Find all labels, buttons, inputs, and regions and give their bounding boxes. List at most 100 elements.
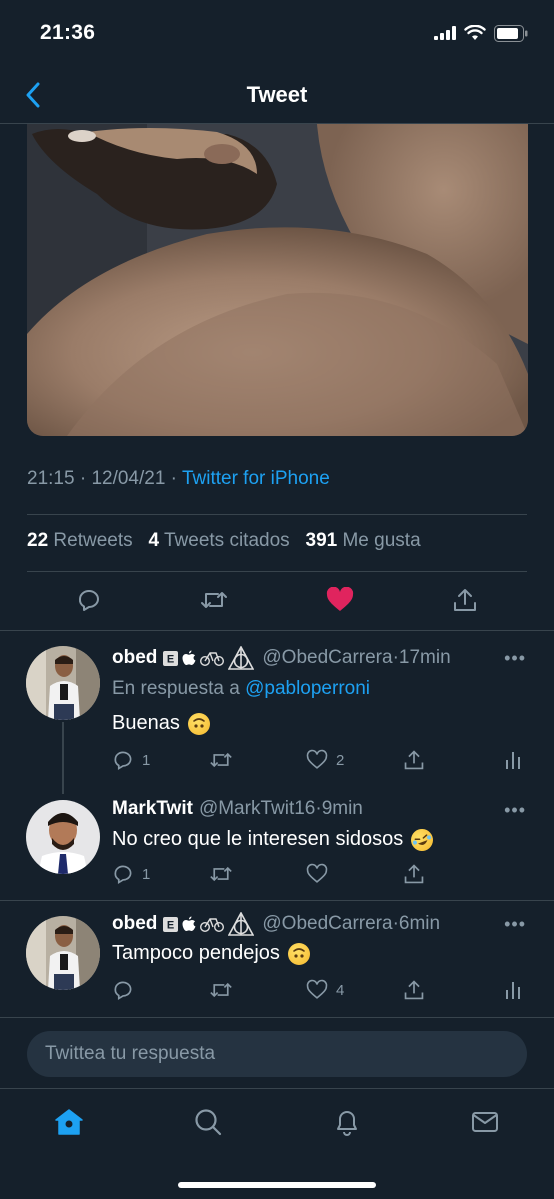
- reply-button[interactable]: [76, 587, 102, 618]
- retweet-button[interactable]: [209, 979, 306, 1001]
- reply-header: obed E @ObedCarrera · 6min: [112, 912, 441, 936]
- tab-notifications[interactable]: [330, 1105, 364, 1139]
- retweet-button[interactable]: [200, 587, 228, 618]
- more-options-icon[interactable]: •••: [504, 800, 526, 821]
- page-title: Tweet: [246, 81, 308, 107]
- retweet-icon: [210, 982, 232, 998]
- reply-input[interactable]: [45, 1043, 527, 1065]
- reply-header: MarkTwit @MarkTwit16 · 9min: [112, 798, 363, 820]
- bicycle-icon: [200, 918, 225, 932]
- reply-text: Tampoco pendejos: [112, 942, 310, 965]
- mention-link[interactable]: @pabloperroni: [245, 678, 370, 699]
- heart-icon: [306, 979, 328, 999]
- home-icon: [55, 1109, 83, 1135]
- wifi-icon: [464, 25, 486, 40]
- reply-icon: [114, 751, 132, 770]
- share-icon: [404, 864, 424, 884]
- media-photo: [27, 124, 528, 436]
- profile-badges: E: [163, 912, 255, 936]
- quotes-stat[interactable]: 4 Tweets citados: [148, 530, 289, 551]
- heart-filled-icon: [326, 586, 354, 611]
- analytics-icon: [506, 752, 520, 769]
- analytics-button[interactable]: [504, 750, 522, 770]
- reply-actions: 1 2: [112, 746, 522, 774]
- more-options-icon[interactable]: •••: [504, 914, 526, 935]
- like-button[interactable]: 2: [306, 749, 403, 771]
- reply-time: 9min: [321, 798, 363, 819]
- reply-button[interactable]: 1: [112, 749, 209, 771]
- apple-icon: [182, 650, 196, 665]
- signal-icon: [434, 26, 456, 40]
- deathly-hallows-icon: [228, 912, 255, 936]
- back-button[interactable]: [20, 80, 46, 110]
- thread-line: [62, 722, 64, 794]
- tab-home[interactable]: [52, 1105, 86, 1139]
- like-count: 2: [336, 751, 345, 769]
- retweet-icon: [201, 591, 227, 608]
- display-name[interactable]: MarkTwit: [112, 798, 193, 820]
- handle[interactable]: @ObedCarrera: [262, 647, 392, 669]
- share-icon: [404, 980, 424, 1000]
- rolling-on-floor-laughing-icon: [408, 825, 437, 854]
- like-button[interactable]: [306, 863, 403, 885]
- nav-bar: Tweet: [0, 66, 554, 124]
- reply-actions: 4: [112, 976, 522, 1004]
- reply-count: 1: [142, 751, 151, 769]
- retweet-icon: [210, 752, 232, 768]
- display-name[interactable]: obed: [112, 647, 157, 669]
- reply-compose-box[interactable]: [27, 1031, 527, 1077]
- mail-icon: [472, 1112, 498, 1132]
- reply-context: En respuesta a @pabloperroni: [112, 678, 371, 699]
- svg-text:E: E: [167, 919, 174, 931]
- retweet-button[interactable]: [209, 863, 306, 885]
- like-button[interactable]: 4: [306, 979, 403, 1001]
- tweet-time: 21:15: [27, 468, 75, 489]
- divider: [27, 514, 527, 515]
- avatar[interactable]: [26, 800, 100, 874]
- bell-icon: [337, 1111, 357, 1136]
- reply-icon: [78, 589, 99, 611]
- reply-button[interactable]: [112, 979, 209, 1001]
- share-button[interactable]: [403, 979, 500, 1001]
- tweet-actions: [27, 580, 527, 624]
- reply-icon: [114, 865, 132, 884]
- analytics-icon: [506, 982, 520, 999]
- share-button[interactable]: [403, 863, 500, 885]
- more-options-icon[interactable]: •••: [504, 648, 526, 669]
- likes-stat[interactable]: 391 Me gusta: [306, 530, 421, 551]
- handle[interactable]: @MarkTwit16: [199, 798, 315, 820]
- handle[interactable]: @ObedCarrera: [262, 913, 392, 935]
- search-icon: [195, 1109, 222, 1136]
- tweet-source-link[interactable]: Twitter for iPhone: [182, 468, 330, 489]
- reply-button[interactable]: 1: [112, 863, 209, 885]
- profile-badges: E: [163, 646, 255, 670]
- status-time: 21:36: [40, 21, 96, 44]
- heart-icon: [306, 863, 328, 883]
- tab-search[interactable]: [191, 1105, 225, 1139]
- divider: [27, 571, 527, 572]
- status-icons: [434, 24, 528, 42]
- analytics-button[interactable]: [504, 980, 522, 1000]
- share-button[interactable]: [403, 749, 500, 771]
- battery-icon: [494, 24, 528, 42]
- retweets-stat[interactable]: 22 Retweets: [27, 530, 133, 551]
- tab-messages[interactable]: [468, 1105, 502, 1139]
- avatar[interactable]: [26, 916, 100, 990]
- tweet-meta: 21:15 · 12/04/21 · Twitter for iPhone: [27, 468, 330, 489]
- heart-icon: [306, 749, 328, 769]
- like-count: 4: [336, 981, 345, 999]
- reply-time: 6min: [398, 913, 441, 934]
- share-button[interactable]: [452, 587, 478, 618]
- bicycle-icon: [200, 652, 225, 666]
- like-button[interactable]: [326, 586, 354, 618]
- divider: [0, 630, 554, 631]
- display-name[interactable]: obed: [112, 913, 157, 935]
- tweet-stats: 22 Retweets 4 Tweets citados 391 Me gust…: [27, 530, 421, 552]
- reply-icon: [114, 981, 132, 1000]
- reply-time: 17min: [398, 647, 451, 668]
- tweet-media-image[interactable]: [27, 124, 528, 436]
- avatar[interactable]: [26, 646, 100, 720]
- tweet-date: 12/04/21: [91, 468, 166, 489]
- status-bar: 21:36: [0, 0, 554, 66]
- retweet-button[interactable]: [209, 749, 306, 771]
